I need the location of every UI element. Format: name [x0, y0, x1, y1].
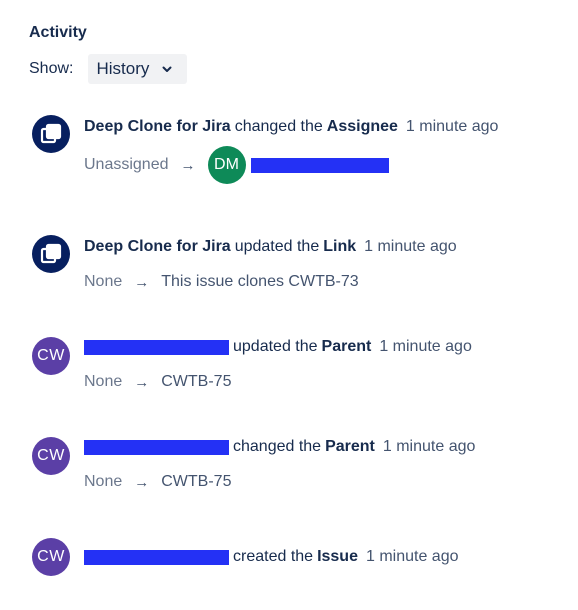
arrow-right-icon: → — [134, 373, 150, 391]
field-name: Link — [323, 238, 357, 255]
user-avatar[interactable]: CW — [32, 337, 70, 375]
history-entry: CW created the Issue 1 minute ago — [32, 538, 572, 585]
from-value: None — [84, 473, 123, 490]
entry-change: None → This issue clones CWTB-73 — [84, 270, 359, 294]
timestamp[interactable]: 1 minute ago — [406, 118, 499, 136]
entry-change: None → CWTB-75 — [84, 370, 231, 394]
field-name: Parent — [321, 338, 372, 355]
from-value: Unassigned — [84, 156, 169, 173]
timestamp[interactable]: 1 minute ago — [379, 338, 472, 356]
entry-verb: changed the — [234, 118, 323, 135]
actor-name[interactable]: Deep Clone for Jira — [84, 118, 231, 136]
field-name: Issue — [317, 548, 358, 565]
timestamp[interactable]: 1 minute ago — [383, 438, 476, 456]
deep-clone-app-icon[interactable] — [32, 235, 70, 273]
timestamp[interactable]: 1 minute ago — [364, 238, 457, 256]
deep-clone-app-icon[interactable] — [32, 115, 70, 153]
field-name: Assignee — [326, 118, 398, 135]
entry-change: Unassigned → DM — [84, 146, 389, 184]
user-avatar[interactable]: CW — [32, 538, 70, 576]
user-avatar[interactable]: CW — [32, 437, 70, 475]
entry-summary: updated the Parent 1 minute ago — [84, 335, 472, 359]
to-value[interactable]: CWTB-75 — [161, 473, 231, 491]
assignee-avatar[interactable]: DM — [207, 146, 246, 184]
entry-summary: Deep Clone for Jira changed the Assignee… — [84, 115, 498, 139]
entry-verb: updated the — [234, 238, 320, 255]
history-entry: CW changed the Parent 1 minute ago None … — [32, 435, 572, 495]
entry-summary: Deep Clone for Jira updated the Link 1 m… — [84, 235, 457, 259]
history-filter-dropdown[interactable]: History — [88, 54, 188, 84]
history-entry: CW updated the Parent 1 minute ago None … — [32, 335, 572, 395]
history-entry: Deep Clone for Jira changed the Assignee… — [32, 115, 572, 190]
entry-verb: created the — [233, 548, 314, 565]
chevron-down-icon — [162, 66, 172, 72]
actor-name[interactable]: Deep Clone for Jira — [84, 238, 231, 256]
entry-verb: updated the — [233, 338, 318, 355]
arrow-right-icon: → — [134, 473, 150, 491]
from-value: None — [84, 273, 123, 290]
arrow-right-icon: → — [134, 273, 150, 291]
redacted-user-name — [84, 339, 229, 355]
to-value[interactable]: CWTB-75 — [161, 373, 231, 391]
to-value: This issue clones CWTB-73 — [161, 273, 359, 290]
activity-heading: Activity — [29, 24, 87, 41]
redacted-user-name — [84, 549, 229, 565]
redacted-assignee-name — [250, 157, 389, 173]
entry-summary: created the Issue 1 minute ago — [84, 545, 459, 569]
history-entry: Deep Clone for Jira updated the Link 1 m… — [32, 235, 572, 295]
entry-summary: changed the Parent 1 minute ago — [84, 435, 475, 459]
arrow-right-icon: → — [180, 156, 196, 174]
entry-change: None → CWTB-75 — [84, 470, 231, 494]
from-value: None — [84, 373, 123, 390]
entry-verb: changed the — [233, 438, 322, 455]
show-filter-row: Show: History — [29, 54, 188, 84]
redacted-user-name — [84, 439, 229, 455]
show-label: Show: — [29, 60, 74, 77]
timestamp[interactable]: 1 minute ago — [366, 548, 459, 566]
filter-value: History — [96, 59, 150, 78]
field-name: Parent — [325, 438, 375, 455]
